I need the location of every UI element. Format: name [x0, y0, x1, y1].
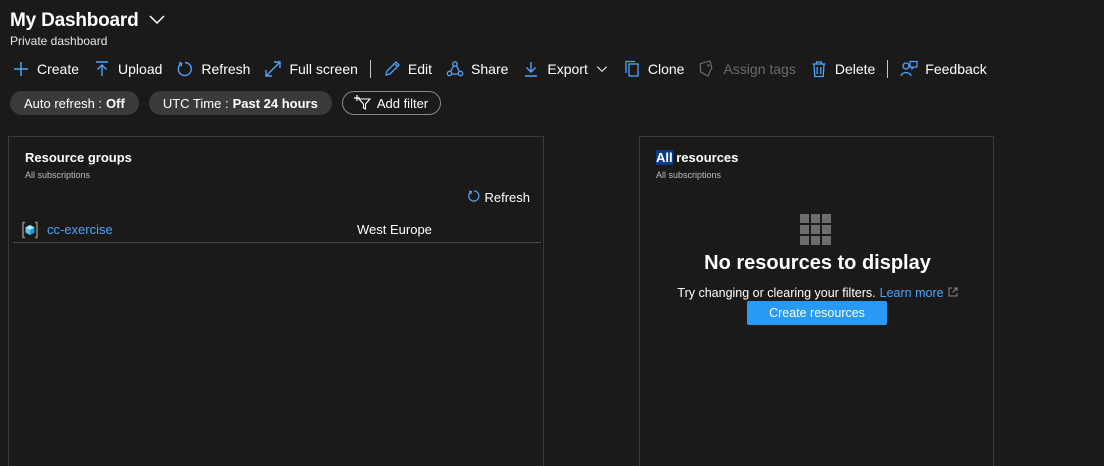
- grid-icon: [800, 214, 832, 246]
- toolbar-divider: [887, 60, 889, 78]
- title-highlight: All: [656, 150, 673, 165]
- time-range-value: Past 24 hours: [232, 95, 318, 111]
- pencil-icon: [383, 60, 401, 78]
- refresh-icon: [467, 189, 481, 206]
- tile-subtitle: All subscriptions: [25, 170, 91, 180]
- dashboard-title-row[interactable]: My Dashboard: [10, 10, 165, 32]
- plus-icon: [12, 60, 30, 78]
- refresh-icon: [176, 60, 194, 78]
- auto-refresh-value: Off: [106, 95, 125, 111]
- resource-group-location: West Europe: [357, 222, 432, 237]
- create-label: Create: [37, 61, 80, 77]
- toolbar-divider: [369, 60, 371, 78]
- clone-button[interactable]: Clone: [617, 56, 693, 82]
- tile-title: All resources: [656, 150, 738, 165]
- feedback-button[interactable]: Feedback: [894, 56, 994, 82]
- tile-subtitle: All subscriptions: [656, 170, 722, 180]
- delete-label: Delete: [834, 61, 876, 77]
- full-screen-label: Full screen: [289, 61, 358, 77]
- refresh-button[interactable]: Refresh: [170, 56, 258, 82]
- add-filter-icon: [353, 94, 372, 113]
- empty-state-message: Try changing or clearing your filters. Le…: [640, 286, 995, 300]
- tile-refresh-button[interactable]: Refresh: [467, 189, 530, 206]
- download-icon: [522, 60, 540, 78]
- auto-refresh-pill[interactable]: Auto refresh : Off: [10, 91, 139, 115]
- external-link-icon: [944, 286, 958, 300]
- page-title: My Dashboard: [10, 10, 139, 31]
- assign-tags-button[interactable]: Assign tags: [692, 56, 803, 82]
- share-button[interactable]: Share: [440, 56, 516, 82]
- trash-icon: [810, 60, 828, 78]
- share-icon: [446, 60, 464, 78]
- create-button[interactable]: Create: [10, 56, 87, 82]
- share-label: Share: [471, 61, 509, 77]
- tile-refresh-label: Refresh: [484, 190, 530, 205]
- resource-groups-tile: Resource groups All subscriptions Refres…: [8, 136, 544, 466]
- clone-label: Clone: [647, 61, 685, 77]
- empty-state-title: No resources to display: [704, 252, 931, 274]
- tile-title: Resource groups: [25, 150, 132, 165]
- resource-group-icon: [21, 221, 39, 239]
- title-rest: resources: [672, 150, 739, 165]
- full-screen-button[interactable]: Full screen: [258, 56, 365, 82]
- chevron-down-icon: [595, 62, 609, 76]
- add-filter-button[interactable]: Add filter: [341, 91, 442, 115]
- feedback-icon: [900, 60, 918, 78]
- feedback-label: Feedback: [925, 61, 987, 77]
- empty-state-text: Try changing or clearing your filters.: [677, 286, 876, 300]
- delete-button[interactable]: Delete: [804, 56, 883, 82]
- refresh-label: Refresh: [201, 61, 251, 77]
- auto-refresh-label: Auto refresh :: [24, 95, 103, 111]
- copy-icon: [623, 60, 641, 78]
- table-row[interactable]: cc-exercise West Europe: [13, 217, 541, 243]
- time-range-pill[interactable]: UTC Time : Past 24 hours: [148, 91, 332, 115]
- chevron-down-icon[interactable]: [148, 12, 165, 30]
- filter-bar: Auto refresh : Off UTC Time : Past 24 ho…: [10, 91, 442, 115]
- page-subtitle: Private dashboard: [10, 34, 108, 48]
- export-button[interactable]: Export: [516, 56, 616, 82]
- full-screen-icon: [264, 60, 282, 78]
- resource-group-name-link[interactable]: cc-exercise: [47, 222, 357, 237]
- edit-button[interactable]: Edit: [377, 56, 440, 82]
- upload-label: Upload: [118, 61, 163, 77]
- export-label: Export: [547, 61, 588, 77]
- add-filter-label: Add filter: [376, 95, 429, 111]
- edit-label: Edit: [407, 61, 433, 77]
- learn-more-link[interactable]: Learn more: [880, 286, 958, 300]
- command-bar: Create Upload Refresh Full screen Edit S…: [10, 56, 995, 82]
- assign-tags-label: Assign tags: [723, 61, 796, 77]
- time-range-label: UTC Time :: [162, 95, 229, 111]
- learn-more-label: Learn more: [879, 286, 944, 300]
- all-resources-tile: All resources All subscriptions No resou…: [639, 136, 994, 466]
- tag-icon: [698, 60, 716, 78]
- upload-button[interactable]: Upload: [87, 56, 170, 82]
- create-resources-button[interactable]: Create resources: [747, 301, 887, 325]
- upload-icon: [93, 60, 111, 78]
